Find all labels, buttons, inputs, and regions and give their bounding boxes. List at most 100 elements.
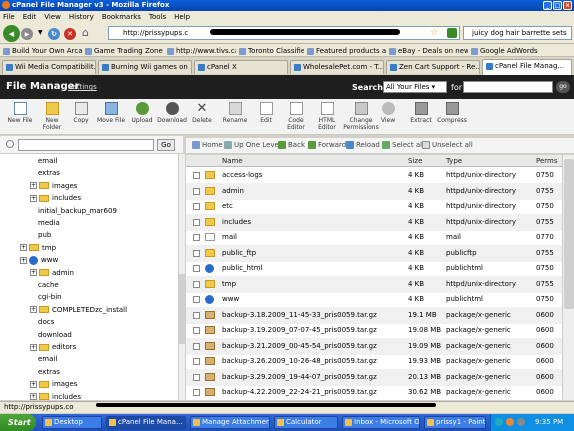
expand-plus-icon[interactable]: + bbox=[30, 343, 37, 351]
expand-plus-icon[interactable]: + bbox=[30, 306, 37, 314]
browser-tab[interactable]: Wii Media Compatibilit... bbox=[2, 60, 96, 74]
file-name[interactable]: backup-3.18.2009_11-45-33_pris0059.tar.g… bbox=[222, 307, 377, 324]
column-perms[interactable]: Perms bbox=[536, 157, 558, 165]
tree-item[interactable]: + includes bbox=[30, 192, 81, 204]
code-editor-button[interactable]: Code Editor bbox=[283, 102, 309, 131]
row-checkbox[interactable] bbox=[193, 358, 200, 365]
row-checkbox[interactable] bbox=[193, 187, 200, 195]
file-name[interactable]: backup-4.22.2009_22-24-21_pris0059.tar.g… bbox=[222, 384, 377, 400]
file-name[interactable]: tmp bbox=[222, 276, 236, 293]
file-name[interactable]: backup-3.29.2009_19-44-07_pris0059.tar.g… bbox=[222, 369, 377, 386]
menu-view[interactable]: View bbox=[44, 13, 61, 21]
tree-item[interactable]: + tmp bbox=[20, 242, 56, 254]
browser-tab[interactable]: cPanel X bbox=[194, 60, 288, 74]
row-checkbox[interactable] bbox=[193, 373, 200, 381]
download-button[interactable]: Download bbox=[157, 102, 187, 124]
row-checkbox[interactable] bbox=[193, 218, 200, 226]
volume-icon[interactable] bbox=[517, 418, 525, 426]
file-perms[interactable]: 0600 bbox=[536, 384, 554, 400]
file-perms[interactable]: 0770 bbox=[536, 229, 554, 246]
browser-tab[interactable]: WholesalePet.com - T... bbox=[290, 60, 384, 74]
row-checkbox[interactable] bbox=[193, 234, 200, 241]
back-arrow-icon[interactable]: ◀ bbox=[3, 25, 20, 42]
history-dropdown-icon[interactable]: ▼ bbox=[38, 29, 43, 36]
file-row[interactable]: www 4 KB publichtml 0750 bbox=[186, 291, 562, 308]
column-name[interactable]: Name bbox=[222, 157, 243, 165]
reload-icon[interactable]: ↻ bbox=[48, 28, 60, 40]
row-checkbox[interactable] bbox=[193, 389, 200, 396]
file-perms[interactable]: 0600 bbox=[536, 307, 554, 324]
browser-tab[interactable]: Zen Cart Support - Re... bbox=[386, 60, 480, 74]
file-perms[interactable]: 0755 bbox=[536, 245, 554, 262]
scrollbar-thumb[interactable] bbox=[179, 274, 185, 344]
web-search-field[interactable]: juicy dog hair barrette sets bbox=[463, 26, 572, 40]
change-permissions-button[interactable]: Change Permissions bbox=[342, 102, 380, 131]
menu-tools[interactable]: Tools bbox=[149, 13, 166, 21]
bookmark-link[interactable]: http://www.tivs.ca/ bbox=[166, 46, 236, 56]
select-all-action[interactable]: Select all bbox=[382, 141, 424, 149]
file-perms[interactable]: 0755 bbox=[536, 276, 554, 293]
file-name[interactable]: www bbox=[222, 291, 239, 308]
bookmark-link[interactable]: Google AdWords bbox=[470, 46, 550, 56]
file-row[interactable]: backup-3.29.2009_19-44-07_pris0059.tar.g… bbox=[186, 368, 562, 386]
edit-button[interactable]: Edit bbox=[256, 102, 276, 124]
row-checkbox[interactable] bbox=[193, 172, 200, 179]
start-button[interactable]: Start bbox=[0, 414, 36, 431]
go-arrow-icon[interactable] bbox=[447, 28, 457, 38]
bookmark-link[interactable]: Game Trading Zone - ... bbox=[84, 46, 164, 56]
minimize-button[interactable]: _ bbox=[543, 1, 552, 10]
tree-item[interactable]: email bbox=[38, 353, 57, 365]
row-checkbox[interactable] bbox=[193, 327, 200, 334]
file-row[interactable]: admin 4 KB httpd/unix-directory 0755 bbox=[186, 182, 562, 200]
tree-go-button[interactable]: Go bbox=[157, 139, 175, 151]
file-row[interactable]: public_html 4 KB publichtml 0750 bbox=[186, 260, 562, 277]
file-name[interactable]: access-logs bbox=[222, 167, 262, 184]
tree-item[interactable]: media bbox=[38, 217, 60, 229]
menu-history[interactable]: History bbox=[69, 13, 94, 21]
file-row[interactable]: backup-3.21.2009_00-45-54_pris0059.tar.g… bbox=[186, 337, 562, 355]
file-perms[interactable]: 0750 bbox=[536, 260, 554, 277]
delete-button[interactable]: ✕ Delete bbox=[190, 102, 214, 124]
file-name[interactable]: backup-3.21.2009_00-45-54_pris0059.tar.g… bbox=[222, 338, 377, 355]
file-row[interactable]: backup-4.22.2009_22-24-21_pris0059.tar.g… bbox=[186, 384, 562, 400]
file-perms[interactable]: 0750 bbox=[536, 167, 554, 184]
tree-item[interactable]: + admin bbox=[30, 267, 74, 279]
tree-item[interactable]: + images bbox=[30, 180, 77, 192]
menu-edit[interactable]: Edit bbox=[23, 13, 37, 21]
file-list-scrollbar[interactable] bbox=[562, 155, 574, 400]
expand-plus-icon[interactable]: + bbox=[20, 256, 27, 264]
file-perms[interactable]: 0600 bbox=[536, 369, 554, 386]
browser-tab-active[interactable]: cPanel File Manag... bbox=[482, 59, 572, 75]
file-name[interactable]: etc bbox=[222, 198, 233, 215]
file-row[interactable]: tmp 4 KB httpd/unix-directory 0755 bbox=[186, 275, 562, 293]
file-row[interactable]: etc 4 KB httpd/unix-directory 0750 bbox=[186, 198, 562, 215]
menu-file[interactable]: File bbox=[3, 13, 15, 21]
tree-item[interactable]: + includes bbox=[30, 391, 81, 400]
file-name[interactable]: includes bbox=[222, 214, 251, 231]
file-name[interactable]: mail bbox=[222, 229, 237, 246]
file-search-input[interactable] bbox=[463, 81, 553, 93]
tree-scrollbar[interactable] bbox=[178, 154, 185, 400]
reload-action[interactable]: Reload bbox=[346, 141, 380, 149]
file-name[interactable]: public_html bbox=[222, 260, 263, 277]
search-go-button[interactable]: go bbox=[556, 81, 570, 93]
file-row[interactable]: backup-3.26.2009_10-26-48_pris0059.tar.g… bbox=[186, 353, 562, 370]
upload-button[interactable]: Upload bbox=[130, 102, 154, 124]
row-checkbox[interactable] bbox=[193, 265, 200, 272]
bookmark-link[interactable]: Toronto Classifieds bbox=[238, 46, 304, 56]
file-name[interactable]: admin bbox=[222, 183, 244, 200]
file-row[interactable]: public_ftp 4 KB publicftp 0755 bbox=[186, 244, 562, 262]
file-name[interactable]: backup-3.26.2009_10-26-48_pris0059.tar.g… bbox=[222, 353, 377, 370]
bookmark-link[interactable]: Build Your Own Arcad... bbox=[2, 46, 82, 56]
tree-path-input[interactable] bbox=[18, 139, 154, 151]
search-scope-select[interactable]: All Your Files ▾ bbox=[383, 81, 447, 93]
column-type[interactable]: Type bbox=[446, 157, 462, 165]
copy-button[interactable]: Copy bbox=[70, 102, 92, 124]
tree-item[interactable]: + editors bbox=[30, 341, 76, 353]
new-folder-button[interactable]: New Folder bbox=[38, 102, 66, 131]
file-perms[interactable]: 0750 bbox=[536, 198, 554, 215]
expand-plus-icon[interactable]: + bbox=[30, 393, 37, 400]
file-row[interactable]: backup-3.19.2009_07-07-45_pris0059.tar.g… bbox=[186, 322, 562, 339]
file-perms[interactable]: 0600 bbox=[536, 322, 554, 339]
unselect-all-action[interactable]: Unselect all bbox=[422, 141, 473, 149]
